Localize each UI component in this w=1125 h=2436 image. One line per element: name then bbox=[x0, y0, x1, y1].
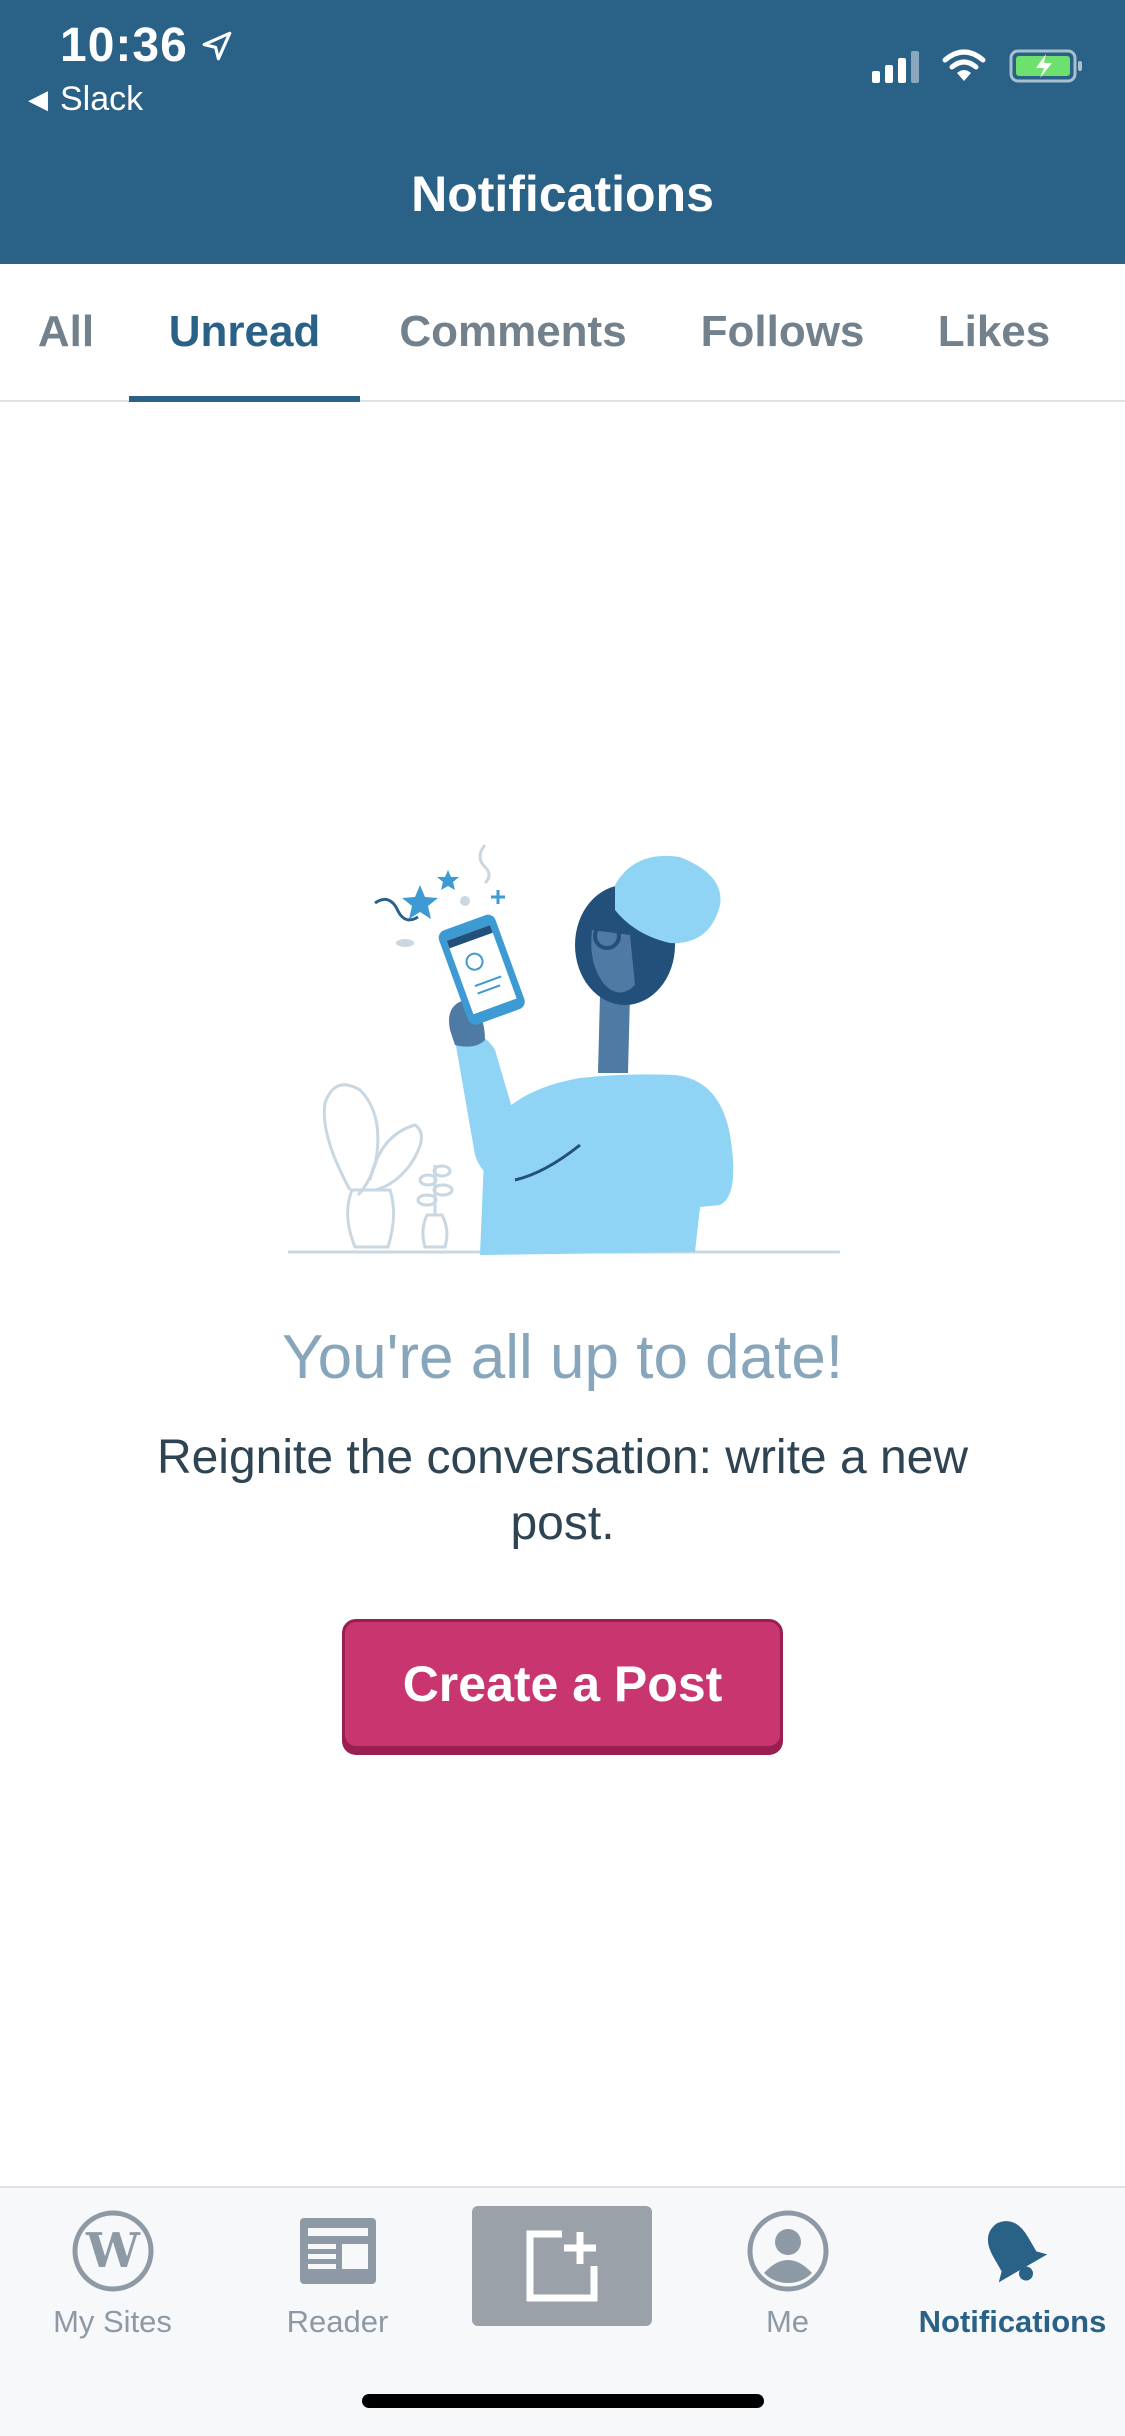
empty-state-message: Reignite the conversation: write a new p… bbox=[156, 1431, 969, 1550]
tabbar-my-sites[interactable]: W My Sites bbox=[0, 2206, 225, 2356]
notification-filter-tabs: All Unread Comments Follows Likes bbox=[0, 264, 1125, 402]
tabbar-me[interactable]: Me bbox=[675, 2206, 900, 2356]
home-indicator[interactable] bbox=[362, 2394, 764, 2408]
tab-unread[interactable]: Unread bbox=[129, 264, 360, 402]
svg-text:W: W bbox=[85, 2223, 141, 2279]
location-arrow-icon bbox=[202, 31, 232, 60]
status-indicators bbox=[872, 48, 1085, 84]
status-time-group: 10:36 bbox=[60, 18, 234, 73]
empty-state-illustration bbox=[288, 844, 840, 1255]
tab-comments[interactable]: Comments bbox=[384, 264, 642, 400]
new-post-button[interactable] bbox=[472, 2206, 652, 2326]
tab-all[interactable]: All bbox=[28, 264, 104, 400]
tab-likes[interactable]: Likes bbox=[924, 264, 1064, 400]
reader-icon bbox=[299, 2218, 376, 2284]
tab-label: All bbox=[37, 307, 95, 356]
tab-label: Follows bbox=[700, 307, 865, 356]
tabbar-label: My Sites bbox=[53, 2304, 172, 2339]
empty-state-title: You're all up to date! bbox=[281, 1323, 844, 1392]
tabbar-label: Notifications bbox=[918, 2304, 1107, 2339]
tab-label: Likes bbox=[937, 307, 1051, 356]
create-post-label: Create a Post bbox=[402, 1656, 723, 1712]
create-post-button[interactable]: Create a Post bbox=[342, 1619, 783, 1749]
tabbar-label: Me bbox=[765, 2304, 810, 2339]
new-post-icon bbox=[526, 2230, 598, 2302]
battery-charging-icon bbox=[1009, 49, 1082, 83]
notifications-screen: 10:36 ◀ Slack Notifications All Unread C… bbox=[0, 0, 1125, 2436]
back-triangle-icon: ◀ bbox=[28, 84, 48, 114]
cellular-signal-icon bbox=[872, 49, 919, 83]
tabbar-reader[interactable]: Reader bbox=[225, 2206, 450, 2356]
wifi-icon bbox=[942, 49, 986, 81]
wordpress-icon: W bbox=[72, 2210, 153, 2292]
page-title: Notifications bbox=[411, 166, 714, 222]
profile-icon bbox=[747, 2210, 828, 2292]
status-time: 10:36 bbox=[60, 19, 188, 72]
tabbar-notifications[interactable]: Notifications bbox=[900, 2206, 1125, 2356]
tabbar-label: Reader bbox=[286, 2304, 389, 2339]
bell-icon bbox=[987, 2221, 1047, 2283]
back-app-label: Slack bbox=[60, 80, 144, 118]
tab-follows[interactable]: Follows bbox=[690, 264, 875, 400]
tab-label: Comments bbox=[399, 307, 627, 356]
tab-label: Unread bbox=[168, 307, 321, 356]
app-header: 10:36 ◀ Slack Notifications bbox=[0, 0, 1125, 264]
back-to-app-link[interactable]: ◀ Slack bbox=[28, 80, 143, 119]
